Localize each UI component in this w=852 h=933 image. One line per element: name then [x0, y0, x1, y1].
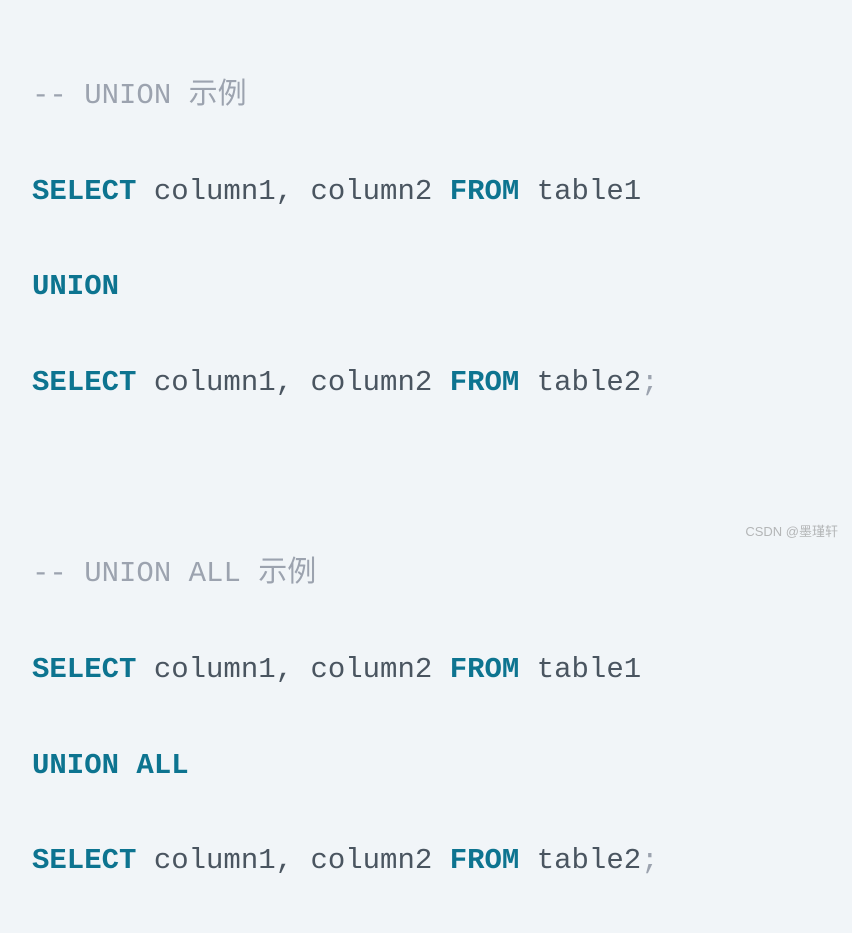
keyword-select: SELECT [32, 844, 136, 877]
columns-text: column1, column2 [136, 844, 449, 877]
table-name: table2 [519, 844, 641, 877]
comment-text: UNION ALL 示例 [84, 557, 316, 590]
keyword-from: FROM [450, 844, 520, 877]
keyword-select: SELECT [32, 366, 136, 399]
semicolon: ; [641, 844, 658, 877]
code-line-blank [32, 455, 820, 503]
comment-token: -- [32, 79, 84, 112]
code-line-comment: -- UNION 示例 [32, 72, 820, 120]
columns-text: column1, column2 [136, 175, 449, 208]
comment-text: UNION 示例 [84, 79, 246, 112]
table-name: table2 [519, 366, 641, 399]
code-line-union: UNION [32, 263, 820, 311]
columns-text: column1, column2 [136, 366, 449, 399]
table-name: table1 [519, 653, 641, 686]
semicolon: ; [641, 366, 658, 399]
keyword-select: SELECT [32, 175, 136, 208]
keyword-union-all: UNION ALL [32, 749, 189, 782]
code-line-union-all: UNION ALL [32, 742, 820, 790]
keyword-from: FROM [450, 366, 520, 399]
keyword-from: FROM [450, 653, 520, 686]
code-line-select: SELECT column1, column2 FROM table2; [32, 359, 820, 407]
code-line-select: SELECT column1, column2 FROM table1 [32, 168, 820, 216]
watermark-text: CSDN @墨瑾轩 [745, 521, 838, 542]
keyword-from: FROM [450, 175, 520, 208]
code-line-comment: -- UNION ALL 示例 [32, 550, 820, 598]
sql-code-block: -- UNION 示例 SELECT column1, column2 FROM… [32, 24, 820, 933]
code-line-select: SELECT column1, column2 FROM table1 [32, 646, 820, 694]
columns-text: column1, column2 [136, 653, 449, 686]
keyword-union: UNION [32, 270, 119, 303]
table-name: table1 [519, 175, 641, 208]
keyword-select: SELECT [32, 653, 136, 686]
comment-token: -- [32, 557, 84, 590]
code-line-select: SELECT column1, column2 FROM table2; [32, 837, 820, 885]
